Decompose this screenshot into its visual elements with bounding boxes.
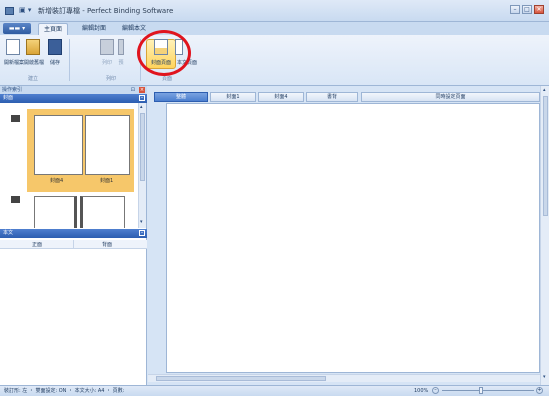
scroll-down-icon[interactable]: ▾ bbox=[543, 374, 546, 380]
cover4-page-thumbnail[interactable] bbox=[34, 115, 83, 175]
group-label-page: 頁面 bbox=[162, 76, 173, 82]
cover1-page-thumbnail[interactable] bbox=[85, 115, 130, 175]
save-label: 儲存 bbox=[49, 60, 60, 66]
page-flag-icon bbox=[11, 115, 20, 122]
new-file-button[interactable]: 開新檔案 bbox=[4, 39, 25, 66]
text-section-header[interactable]: 本文 – bbox=[0, 229, 147, 238]
text-page-thumbnail[interactable] bbox=[34, 196, 77, 228]
save-button[interactable]: 儲存 bbox=[46, 39, 64, 66]
zoom-slider-knob[interactable] bbox=[479, 387, 483, 394]
back-column-header: 背面 bbox=[102, 242, 113, 248]
cover-section-header[interactable]: 封面 – bbox=[0, 94, 147, 103]
open-file-label: 開啟舊檔 bbox=[24, 60, 45, 66]
new-file-label: 開新檔案 bbox=[4, 60, 25, 66]
preview-canvas[interactable] bbox=[166, 103, 540, 373]
printer-icon bbox=[100, 39, 114, 55]
view-tab-overall[interactable]: 整體 bbox=[154, 92, 208, 102]
view-tab-bar: 整體 封面1 封面4 書背 同時設定頁面 bbox=[148, 92, 540, 102]
close-panel-icon[interactable]: × bbox=[139, 87, 145, 93]
save-disk-icon bbox=[48, 39, 62, 55]
group-label-create: 建立 bbox=[28, 76, 39, 82]
zoom-out-icon[interactable]: – bbox=[432, 387, 439, 394]
front-column-header: 正面 bbox=[32, 242, 43, 248]
page-flag-icon bbox=[11, 196, 20, 203]
cover-section-label: 封面 bbox=[3, 95, 14, 101]
scroll-up-icon[interactable]: ▴ bbox=[543, 87, 546, 93]
cover-thumbnail-list: 封面4 封面1 bbox=[0, 103, 139, 228]
ribbon-tab-row: ▬▬ ▾ 主頁面 編輯封面 編輯本文 bbox=[0, 22, 549, 35]
canvas-gutter bbox=[148, 103, 166, 373]
view-tab-page-settings[interactable]: 同時設定頁面 bbox=[361, 92, 540, 102]
scroll-up-icon[interactable]: ▴ bbox=[140, 104, 143, 110]
print-label: 列印 bbox=[101, 60, 112, 66]
view-tab-cover4[interactable]: 封面4 bbox=[258, 92, 304, 102]
minimize-button[interactable]: – bbox=[510, 5, 520, 14]
preview-button[interactable]: 預 bbox=[116, 39, 126, 66]
collapse-icon[interactable]: – bbox=[139, 230, 145, 236]
preview-label: 預 bbox=[118, 60, 124, 66]
text-page-thumbnail[interactable] bbox=[80, 196, 125, 228]
text-section-label: 本文 bbox=[3, 230, 14, 236]
view-tab-cover1[interactable]: 封面1 bbox=[210, 92, 256, 102]
panel-title-bar: 操作索引 ⊡ × bbox=[0, 86, 147, 94]
application-menu-button[interactable]: ▬▬ ▾ bbox=[3, 23, 31, 34]
status-bar: 裝訂形: 左 ・ 雙面設定: ON ・ 本文大小: A4 ・ 頁數: 100% … bbox=[0, 385, 549, 396]
vertical-scrollbar[interactable]: ▴ ▾ bbox=[540, 86, 549, 385]
new-document-icon bbox=[6, 39, 20, 55]
collapse-icon[interactable]: – bbox=[139, 95, 145, 101]
title-bar: ▣ ▾ 新增裝訂專檔 - Perfect Binding Software – … bbox=[0, 0, 549, 22]
tab-edit-cover[interactable]: 編輯封面 bbox=[76, 23, 112, 35]
group-label-print: 列印 bbox=[106, 76, 117, 82]
zoom-in-icon[interactable]: + bbox=[536, 387, 543, 394]
preview-icon bbox=[118, 39, 124, 55]
navigation-panel: 操作索引 ⊡ × 封面 – 封面4 封面1 ▴ ▾ 本文 – 正面 背面 bbox=[0, 86, 147, 385]
pin-icon[interactable]: ⊡ bbox=[131, 86, 135, 94]
maximize-button[interactable]: □ bbox=[522, 5, 532, 14]
scrollbar-thumb[interactable] bbox=[140, 113, 145, 181]
scroll-down-icon[interactable]: ▾ bbox=[140, 219, 143, 225]
window-title: 新增裝訂專檔 - Perfect Binding Software bbox=[38, 7, 174, 15]
window-controls: – □ ✕ bbox=[510, 5, 544, 14]
view-tab-spine[interactable]: 書背 bbox=[306, 92, 358, 102]
ribbon: 開新檔案 開啟舊檔 儲存 列印 預 封面頁面 本文頁面 建立 列印 頁面 bbox=[0, 35, 549, 86]
scrollbar-thumb[interactable] bbox=[156, 376, 326, 381]
cover4-label: 封面4 bbox=[50, 178, 64, 184]
status-text: 裝訂形: 左 ・ 雙面設定: ON ・ 本文大小: A4 ・ 頁數: bbox=[4, 388, 125, 394]
highlight-circle bbox=[137, 30, 191, 76]
close-button[interactable]: ✕ bbox=[534, 5, 544, 14]
main-workspace: 整體 封面1 封面4 書背 同時設定頁面 ▴ ▾ bbox=[148, 86, 549, 385]
scrollbar-thumb[interactable] bbox=[543, 96, 548, 216]
tab-edit-text[interactable]: 編輯本文 bbox=[116, 23, 152, 35]
print-button[interactable]: 列印 bbox=[98, 39, 116, 66]
cover1-label: 封面1 bbox=[100, 178, 114, 184]
group-separator bbox=[69, 39, 70, 81]
horizontal-scrollbar[interactable] bbox=[148, 374, 540, 382]
column-divider bbox=[73, 240, 74, 249]
open-file-button[interactable]: 開啟舊檔 bbox=[24, 39, 45, 66]
zoom-slider[interactable] bbox=[442, 390, 534, 391]
open-folder-icon bbox=[26, 39, 40, 55]
panel-title: 操作索引 bbox=[2, 87, 23, 93]
thumbnail-scrollbar[interactable]: ▴ ▾ bbox=[138, 103, 146, 228]
zoom-level: 100% bbox=[414, 388, 429, 394]
tab-home[interactable]: 主頁面 bbox=[38, 23, 68, 35]
